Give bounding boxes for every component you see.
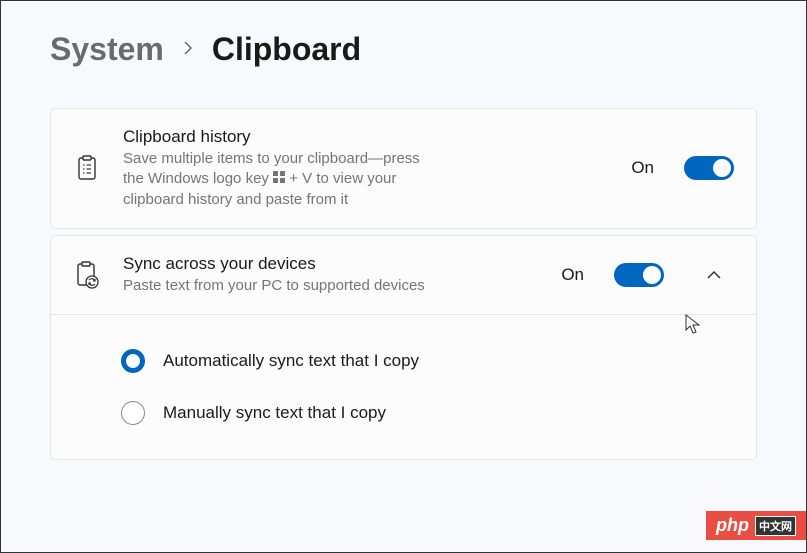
sync-manual-label: Manually sync text that I copy: [163, 403, 386, 423]
sync-options-panel: Automatically sync text that I copy Manu…: [51, 314, 756, 459]
clipboard-sync-icon: [73, 261, 101, 289]
radio-unselected-icon: [121, 401, 145, 425]
windows-logo-icon: [273, 169, 285, 189]
clipboard-history-title: Clipboard history: [123, 127, 609, 147]
sync-devices-state: On: [561, 265, 584, 285]
sync-auto-label: Automatically sync text that I copy: [163, 351, 419, 371]
page-title: Clipboard: [212, 31, 361, 68]
watermark-badge: php 中文网: [706, 511, 806, 540]
breadcrumb-parent[interactable]: System: [50, 31, 164, 68]
clipboard-history-card: Clipboard history Save multiple items to…: [50, 108, 757, 229]
clipboard-list-icon: [73, 155, 101, 181]
chevron-up-icon: [707, 270, 721, 280]
expand-collapse-button[interactable]: [694, 270, 734, 280]
breadcrumb: System Clipboard: [50, 31, 757, 68]
clipboard-history-row[interactable]: Clipboard history Save multiple items to…: [51, 109, 756, 228]
sync-devices-toggle[interactable]: [614, 263, 664, 287]
sync-devices-title: Sync across your devices: [123, 254, 539, 274]
radio-selected-icon: [121, 349, 145, 373]
clipboard-history-state: On: [631, 158, 654, 178]
sync-devices-card: Sync across your devices Paste text from…: [50, 235, 757, 460]
sync-auto-option[interactable]: Automatically sync text that I copy: [121, 335, 734, 387]
clipboard-history-toggle[interactable]: [684, 156, 734, 180]
clipboard-history-description: Save multiple items to your clipboard—pr…: [123, 149, 433, 210]
sync-devices-row[interactable]: Sync across your devices Paste text from…: [51, 236, 756, 314]
sync-manual-option[interactable]: Manually sync text that I copy: [121, 387, 734, 439]
sync-devices-description: Paste text from your PC to supported dev…: [123, 276, 433, 296]
chevron-right-icon: [182, 38, 194, 61]
